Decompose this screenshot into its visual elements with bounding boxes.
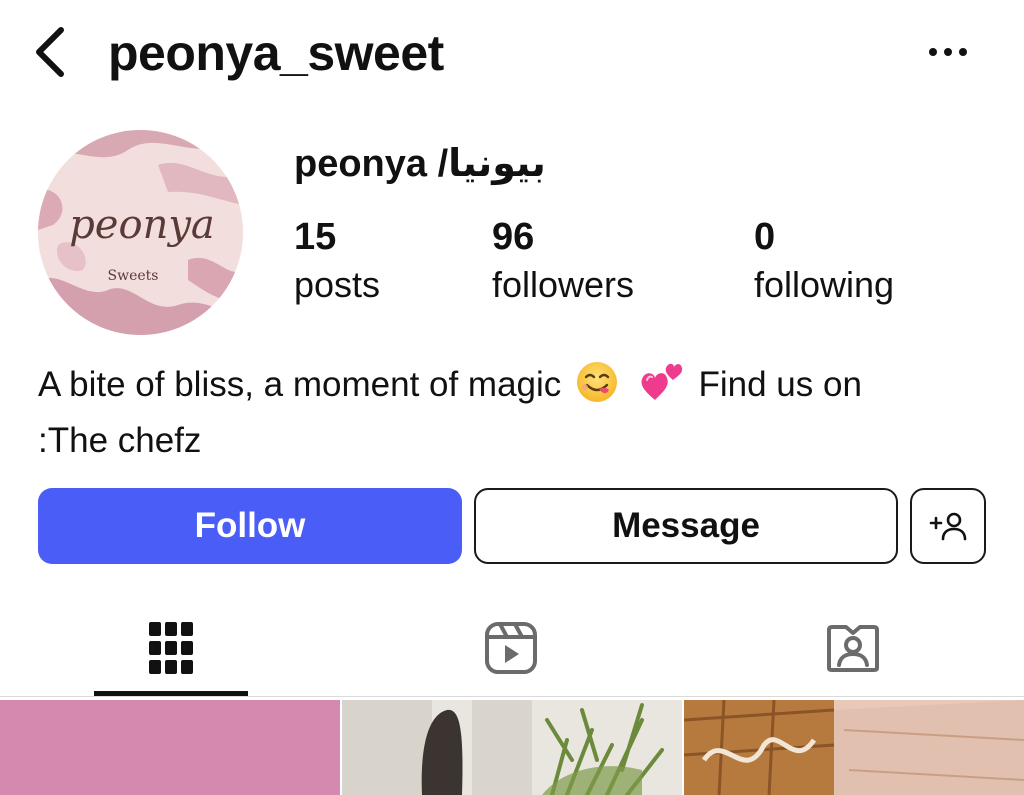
post-thumbnail[interactable] <box>0 700 340 795</box>
followers-label: followers <box>492 264 635 305</box>
two-hearts-emoji <box>637 360 685 417</box>
profile-tabs <box>0 600 1024 696</box>
grid-icon <box>149 622 193 674</box>
top-bar: peonya_sweet <box>0 0 1024 110</box>
post-thumbnail[interactable] <box>342 700 682 795</box>
back-button[interactable] <box>28 24 72 80</box>
post-thumbnail[interactable] <box>684 700 1024 795</box>
posts-count: 15 <box>294 216 337 258</box>
add-person-icon <box>929 512 967 541</box>
tab-reels[interactable] <box>434 600 588 696</box>
tabs-divider <box>0 696 1024 697</box>
avatar-logo-subtext: Sweets <box>108 268 159 284</box>
profile-avatar[interactable]: peonya Sweets <box>38 130 243 335</box>
profile-bio: A bite of bliss, a moment of magic Find … <box>38 360 938 465</box>
suggested-accounts-button[interactable] <box>910 488 986 564</box>
stat-posts[interactable]: 15 posts <box>294 214 380 310</box>
profile-display-name: peonya /بيونيا <box>294 143 546 185</box>
avatar-logo-text: peonya <box>69 202 215 248</box>
tagged-icon <box>827 625 879 672</box>
following-count: 0 <box>754 216 776 258</box>
posts-label: posts <box>294 264 381 305</box>
more-horizontal-icon <box>929 48 967 56</box>
face-savoring-food-emoji <box>575 360 619 417</box>
more-options-button[interactable] <box>918 30 978 74</box>
stat-followers[interactable]: 96 followers <box>492 214 634 310</box>
reels-icon <box>485 622 537 674</box>
profile-username: peonya_sweet <box>108 25 444 81</box>
chevron-left-icon <box>36 27 64 77</box>
tab-posts-grid[interactable] <box>94 600 248 696</box>
message-button[interactable]: Message <box>474 488 898 564</box>
posts-grid <box>0 700 1024 795</box>
stat-following[interactable]: 0 following <box>754 214 894 310</box>
following-label: following <box>754 264 895 305</box>
bio-text-start: A bite of bliss, a moment of magic <box>38 365 562 404</box>
follow-button[interactable]: Follow <box>38 488 462 564</box>
followers-count: 96 <box>492 216 535 258</box>
tab-tagged[interactable] <box>776 600 930 696</box>
